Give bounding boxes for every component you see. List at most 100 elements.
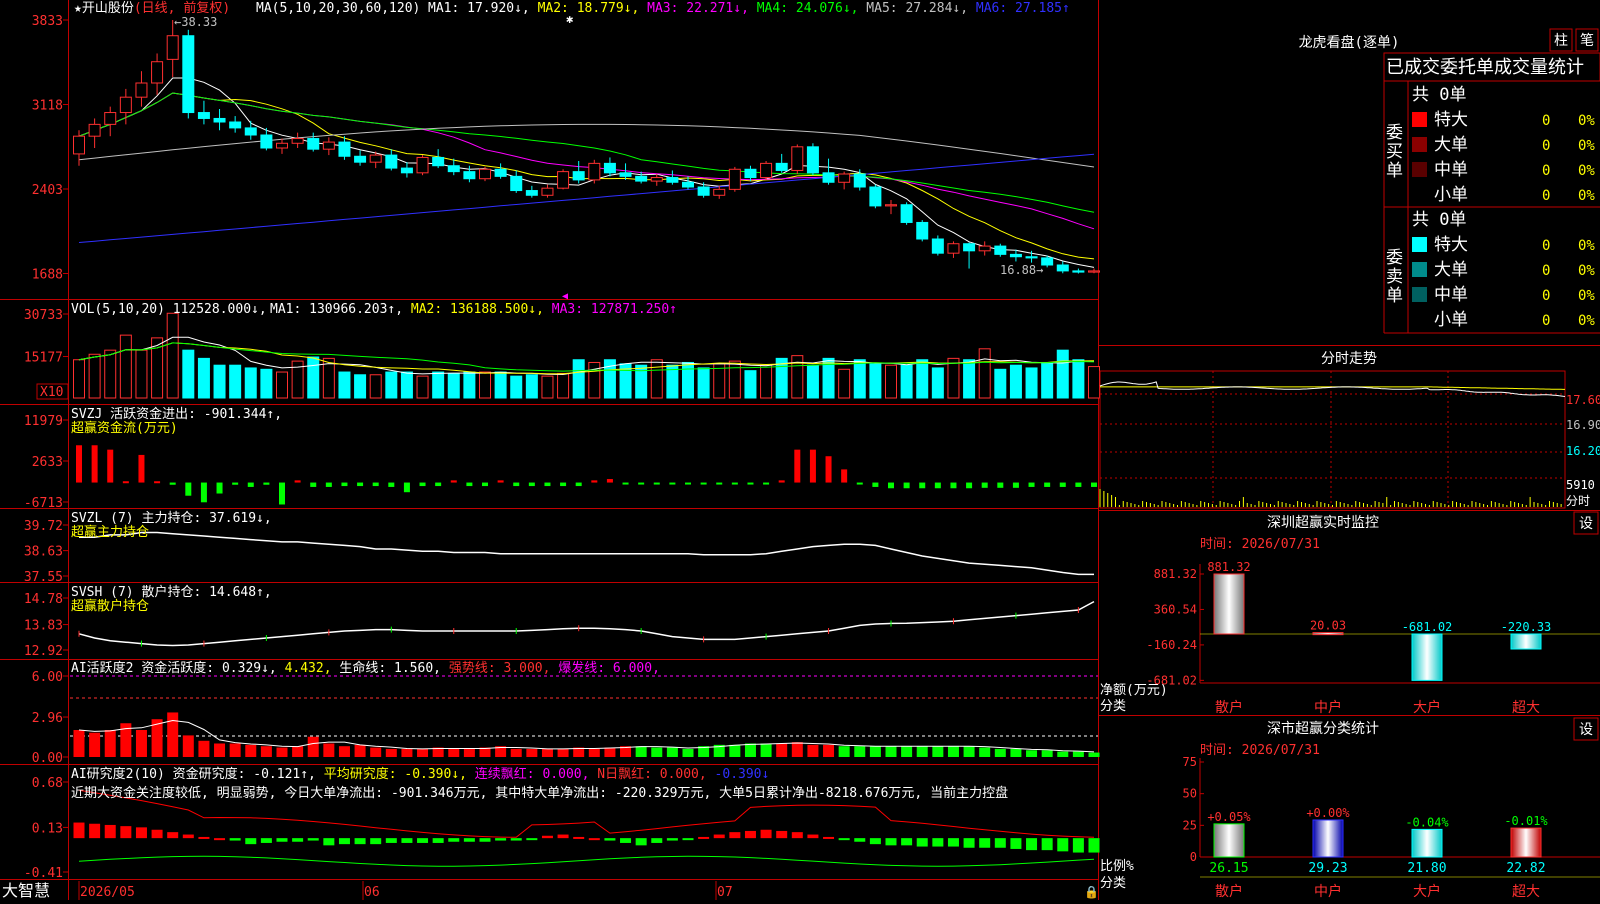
flow-bar (747, 482, 754, 485)
flow-bar (856, 482, 863, 485)
order-color-swatch (1412, 262, 1427, 277)
activity-bar (651, 747, 663, 757)
flow-bar (263, 482, 270, 485)
ai-tick-label: 0.00 (32, 751, 63, 766)
volume-bars[interactable] (73, 312, 1100, 399)
lock-icon[interactable]: 🔒 (1084, 885, 1099, 899)
candle-body (994, 245, 1007, 255)
svsh-line[interactable] (78, 600, 1095, 647)
research-bar (932, 838, 944, 847)
svzj-y-axis: 11979 2633 -6713 (24, 414, 69, 511)
volume-bar (1041, 361, 1054, 399)
research-bar (604, 838, 616, 841)
activity-bar (463, 748, 475, 757)
research-bar (510, 838, 522, 841)
intraday-grid (1100, 371, 1565, 508)
terminal-canvas[interactable]: 3833 3118 2403 1688 ★开山股份(日线, 前复权) MA(5,10,… (0, 0, 1600, 900)
svzj-bars[interactable] (76, 445, 1097, 505)
volume-bar (869, 363, 882, 399)
legend-part: N日飘红: 0.000, (589, 766, 706, 782)
flow-bar (1059, 482, 1066, 487)
volume-bar (588, 361, 601, 399)
candle-body (385, 154, 398, 169)
research-bar (635, 838, 647, 846)
date-strip (70, 881, 1098, 900)
research-commentary: 近期大资金关注度较低, 明显弱势, 今日大单净流出: -901.346万元, 其… (71, 785, 1008, 801)
volume-bar (182, 349, 195, 399)
legend-part: MA3: 22.271↓, (639, 1, 749, 16)
legend-part: AI活跃度2 资金活跃度: 0.329↓, (71, 660, 277, 676)
candle-body (619, 172, 632, 177)
svzl-line[interactable] (79, 531, 1094, 576)
monitor-ylabel: 净额(万元) (1100, 683, 1168, 698)
volume-bar (900, 364, 913, 399)
research-pane: 0.68 0.13 -0.41 AI研究度2(10) 资金研究度: -0.121↑,… (24, 766, 1100, 881)
research-bar (1088, 838, 1100, 853)
activity-bar (791, 742, 803, 757)
svzj-title: SVZJ 活跃资金进出: -901.344↑, (71, 406, 282, 422)
monitor-panel: 深圳超赢实时监控 设 时间: 2026/07/31 881.32 360.54 -1… (1100, 511, 1600, 716)
research-tick-label: 0.13 (32, 821, 63, 836)
date-label-may: 2026/05 (80, 885, 135, 900)
research-bar (869, 838, 881, 845)
research-bar (120, 826, 132, 839)
research-bar (323, 838, 335, 846)
intraday-price-mid: 16.90 (1566, 418, 1600, 432)
flow-bar (872, 482, 879, 487)
monitor-chart[interactable]: 881.32 360.54 -160.24 -681.02 881.32 散户 20.03 中… (1146, 560, 1600, 716)
volume-bar (885, 364, 897, 399)
candle-body (713, 188, 726, 196)
research-bars[interactable] (73, 822, 1100, 853)
flow-bar (1028, 482, 1035, 487)
volume-bar (276, 371, 288, 399)
candle-body (728, 168, 741, 190)
vol-unit: X10 (40, 385, 63, 400)
research-bar (385, 838, 397, 843)
research-bar (338, 838, 350, 845)
classify-panel: 深市超赢分类统计 设 时间: 2026/07/31 75 50 25 0 +0.05% 2… (1100, 717, 1600, 900)
flow-bar (653, 482, 660, 485)
classify-change-label: -0.04% (1405, 815, 1449, 829)
flow-bar (154, 481, 161, 484)
research-bar (401, 838, 413, 843)
flow-bar (591, 480, 598, 483)
svsh-tick-label: 12.92 (24, 644, 63, 659)
activity-bar (401, 748, 413, 757)
candle-body (432, 156, 445, 167)
research-bar (947, 838, 959, 847)
flow-bar (200, 482, 207, 503)
research-bar (651, 838, 663, 843)
volume-bar (400, 371, 413, 399)
candle-body (900, 204, 913, 223)
legend-part: 强势线: 3.000, (441, 660, 550, 676)
order-label: 大单 (1434, 135, 1468, 155)
ai-bars[interactable] (73, 712, 1100, 757)
candle-body (603, 162, 616, 174)
volume-bar (650, 359, 663, 399)
candle-body (931, 238, 944, 254)
research-bar (245, 838, 257, 845)
candle-body (650, 177, 663, 182)
volume-bar (135, 349, 148, 399)
research-bar (744, 830, 756, 839)
order-label: 中单 (1434, 285, 1468, 305)
flow-bar (669, 482, 676, 485)
volume-bar (104, 349, 117, 399)
flow-bar (216, 482, 223, 494)
legend-part: 连续飘红: 0.000, (467, 766, 589, 782)
classify-value-label: 26.15 (1209, 861, 1248, 876)
monitor-bar-label: -220.33 (1501, 620, 1552, 634)
flow-bar (403, 482, 410, 493)
candle-body (260, 134, 273, 149)
classify-value-label: 21.80 (1407, 861, 1446, 876)
research-bar (417, 838, 429, 843)
volume-bar (260, 368, 273, 399)
bar-mode-label: 柱 (1554, 33, 1568, 49)
ma5-line (78, 123, 1095, 168)
classify-chart[interactable]: 75 50 25 0 +0.05% 26.15 散户 +0.00% 29.23 中户 -0.04% 2… (1183, 755, 1600, 900)
activity-bar (604, 747, 616, 757)
classify-tick-label: 50 (1183, 787, 1197, 801)
research-bar (791, 832, 803, 839)
research-bar (104, 824, 116, 839)
research-bar (1072, 838, 1084, 853)
